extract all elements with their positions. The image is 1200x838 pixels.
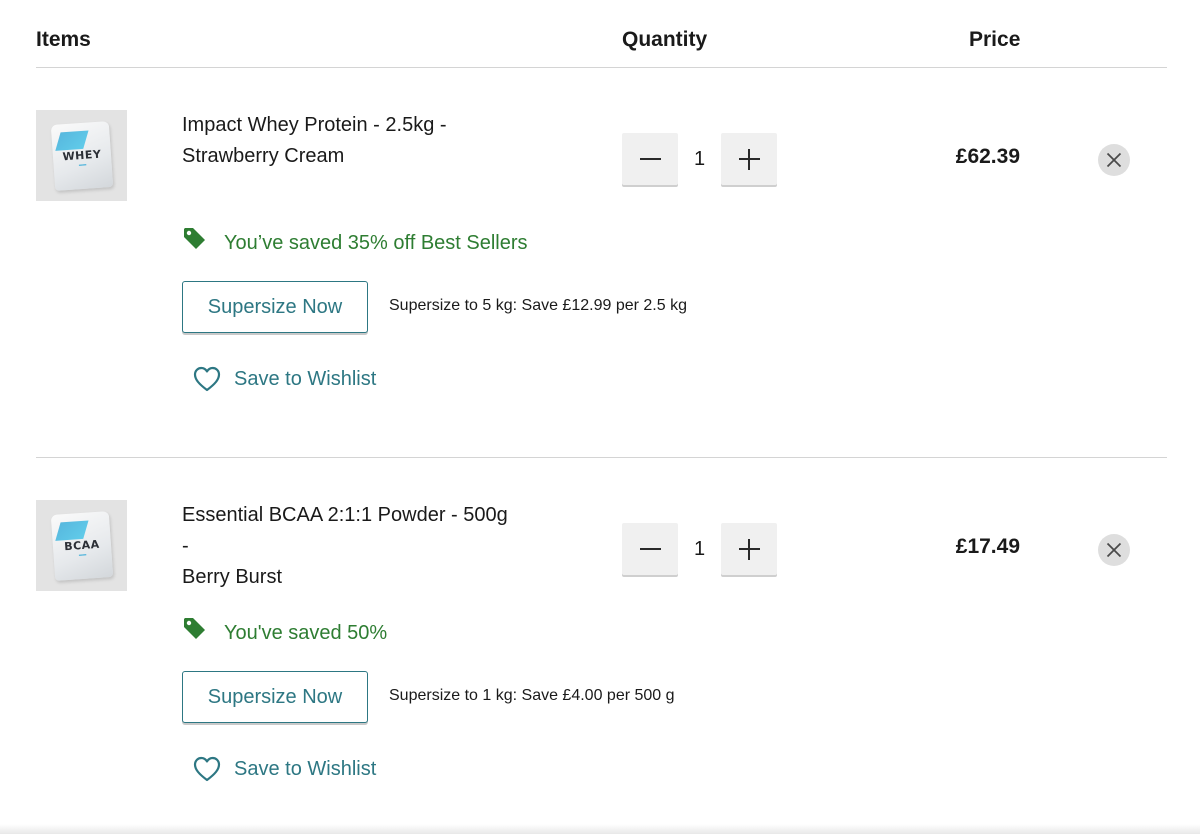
increase-quantity-button[interactable] xyxy=(721,133,777,185)
pouch-sub-label: ━━ xyxy=(78,161,87,169)
product-thumbnail[interactable]: BCAA ━━ xyxy=(36,500,127,591)
saving-text: You've saved 50% xyxy=(224,621,388,644)
bottom-scroll-shadow xyxy=(0,824,1200,834)
product-thumbnail[interactable]: WHEY ━━ xyxy=(36,110,127,201)
price-column-header: Price xyxy=(969,28,1021,51)
product-name-line-2: Strawberry Cream xyxy=(182,145,345,167)
product-name-line-1: Impact Whey Protein - 2.5kg - xyxy=(182,114,447,136)
remove-item-button[interactable] xyxy=(1098,534,1130,566)
minus-icon xyxy=(640,158,661,160)
item-price: £17.49 xyxy=(955,535,1020,558)
bcaa-pouch-image: BCAA ━━ xyxy=(50,510,113,581)
cart-table-header: Items Quantity Price xyxy=(0,0,1200,68)
product-name-line-1: Essential BCAA 2:1:1 Powder - 500g - xyxy=(182,504,508,557)
cart-item: BCAA ━━ Essential BCAA 2:1:1 Powder - 50… xyxy=(0,458,1200,838)
minus-icon xyxy=(640,548,661,550)
decrease-quantity-button[interactable] xyxy=(622,523,678,575)
product-name-line-2: Berry Burst xyxy=(182,566,283,588)
save-to-wishlist-link[interactable]: Save to Wishlist xyxy=(193,754,376,784)
heart-icon xyxy=(193,366,221,392)
quantity-stepper: 1 xyxy=(622,133,778,187)
quantity-value: 1 xyxy=(693,538,706,560)
supersize-now-button[interactable]: Supersize Now xyxy=(182,671,368,723)
pouch-sub-label: ━━ xyxy=(78,551,87,559)
increase-quantity-button[interactable] xyxy=(721,523,777,575)
decrease-quantity-button[interactable] xyxy=(622,133,678,185)
price-tag-icon xyxy=(184,228,205,249)
item-price: £62.39 xyxy=(955,145,1020,168)
heart-icon xyxy=(193,756,221,782)
close-icon xyxy=(1106,152,1122,168)
supersize-note: Supersize to 5 kg: Save £12.99 per 2.5 k… xyxy=(389,297,687,314)
close-icon xyxy=(1106,542,1122,558)
product-name-link[interactable]: Essential BCAA 2:1:1 Powder - 500g - Ber… xyxy=(182,500,512,593)
wishlist-label: Save to Wishlist xyxy=(234,757,377,780)
quantity-column-header: Quantity xyxy=(622,28,708,51)
quantity-stepper: 1 xyxy=(622,523,778,577)
saving-text: You’ve saved 35% off Best Sellers xyxy=(224,231,528,254)
wishlist-label: Save to Wishlist xyxy=(234,367,377,390)
product-name-link[interactable]: Impact Whey Protein - 2.5kg - Strawberry… xyxy=(182,110,512,172)
pouch-label: WHEY xyxy=(61,147,102,163)
saving-message: You've saved 50% xyxy=(182,618,387,648)
remove-item-button[interactable] xyxy=(1098,144,1130,176)
protein-pouch-image: WHEY ━━ xyxy=(50,120,113,191)
items-column-header: Items xyxy=(36,28,91,51)
pouch-label: BCAA xyxy=(63,537,100,553)
save-to-wishlist-link[interactable]: Save to Wishlist xyxy=(193,364,376,394)
saving-message: You’ve saved 35% off Best Sellers xyxy=(182,228,528,258)
quantity-value: 1 xyxy=(693,148,706,170)
cart-item: WHEY ━━ Impact Whey Protein - 2.5kg - St… xyxy=(0,68,1200,448)
price-tag-icon xyxy=(184,618,205,639)
supersize-note: Supersize to 1 kg: Save £4.00 per 500 g xyxy=(389,687,675,704)
supersize-now-button[interactable]: Supersize Now xyxy=(182,281,368,333)
